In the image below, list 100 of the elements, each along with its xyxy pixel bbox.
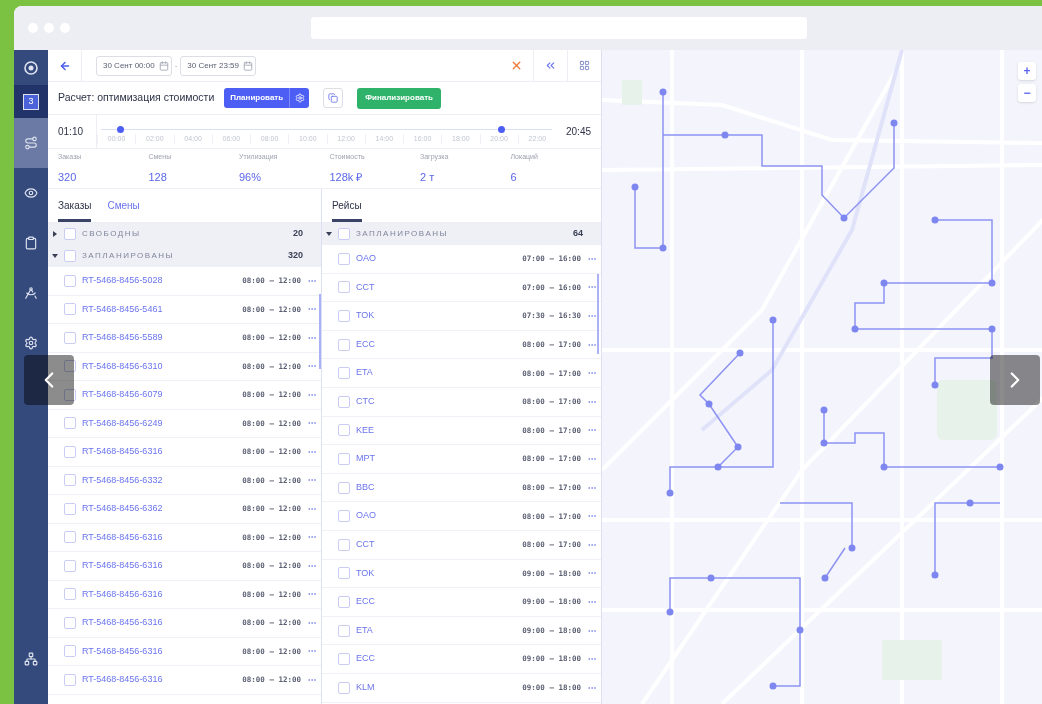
copy-button[interactable] [323, 88, 344, 108]
checkbox[interactable] [64, 559, 76, 572]
checkbox[interactable] [338, 338, 350, 351]
group-header[interactable]: СВОБОДНЫ 20 [48, 223, 321, 245]
checkbox[interactable] [338, 567, 350, 580]
row-id-link[interactable]: BBC [356, 480, 517, 495]
map-view[interactable]: + − [602, 50, 1042, 704]
checkbox[interactable] [64, 303, 76, 316]
checkbox[interactable] [338, 681, 350, 694]
checkbox[interactable] [64, 502, 76, 515]
row-id-link[interactable]: TOK [356, 309, 517, 323]
back-arrow-icon[interactable] [58, 59, 71, 72]
checkbox[interactable] [338, 281, 350, 294]
group-header[interactable]: ЗАПЛАНИРОВАНЫ 64 [322, 223, 601, 245]
row-id-link[interactable]: ECC [356, 652, 517, 666]
checkbox[interactable] [64, 645, 76, 658]
date-field[interactable]: 30 Сент 00:00 [96, 55, 172, 76]
carousel-prev-button[interactable] [24, 355, 74, 405]
row-id-link[interactable]: RT-5468-8456-6316 [82, 530, 237, 544]
checkbox[interactable] [64, 588, 76, 601]
row-id-link[interactable]: RT-5468-8456-6316 [82, 587, 237, 601]
row-id-link[interactable]: RT-5468-8456-5589 [82, 331, 237, 345]
row-id-link[interactable]: RT-5468-8456-6310 [82, 359, 237, 373]
checkbox[interactable] [338, 367, 350, 380]
route-line[interactable] [851, 216, 996, 389]
group-count: 64 [573, 227, 583, 241]
logo-icon [24, 60, 38, 75]
date-field[interactable]: 30 Сент 23:59 [180, 55, 256, 76]
row-id-link[interactable]: KLM [356, 680, 517, 695]
checkbox[interactable] [64, 616, 76, 629]
checkbox[interactable] [338, 310, 350, 322]
timeline-start: 01:10 [57, 125, 85, 139]
checkbox[interactable] [338, 395, 350, 408]
row-id-link[interactable]: RT-5468-8456-6249 [82, 416, 237, 430]
row-id-link[interactable]: CTC [356, 395, 517, 409]
checkbox[interactable] [64, 531, 76, 544]
network-icon[interactable] [24, 652, 38, 666]
checkbox[interactable] [338, 538, 350, 551]
checkbox[interactable] [64, 274, 76, 287]
row-id-link[interactable]: RT-5468-8456-6362 [82, 502, 237, 516]
row-id-link[interactable]: RT-5468-8456-6316 [82, 445, 237, 459]
route-line[interactable] [820, 406, 1004, 471]
timeline-handle[interactable] [116, 126, 124, 133]
row-id-link[interactable]: RT-5468-8456-5461 [82, 302, 237, 316]
checkbox[interactable] [338, 595, 350, 608]
timeline-handle[interactable] [497, 126, 505, 133]
route-line[interactable] [666, 316, 777, 497]
collapse-icon[interactable] [544, 59, 557, 72]
row-id-link[interactable]: RT-5468-8456-6079 [82, 388, 237, 402]
checkbox[interactable] [338, 653, 350, 666]
badge-number[interactable]: 3 [23, 93, 39, 110]
row-id-link[interactable]: TOK [356, 566, 517, 581]
panel-tab[interactable]: Смены [107, 198, 140, 222]
scrollbar-thumb[interactable] [597, 274, 599, 354]
checkbox[interactable] [64, 388, 76, 401]
row-id-link[interactable]: ETA [356, 366, 517, 380]
row-id-link[interactable]: CCT [356, 538, 517, 552]
plan-button[interactable]: Планировать [224, 88, 290, 108]
row-id-link[interactable]: MPT [356, 452, 517, 466]
route-line[interactable] [779, 499, 1001, 579]
row-id-link[interactable]: ECC [356, 595, 517, 609]
checkbox[interactable] [338, 228, 350, 240]
row-id-link[interactable]: OAO [356, 509, 517, 523]
row-id-link[interactable]: KEE [356, 423, 517, 438]
group-header[interactable]: ЗАПЛАНИРОВАНЫ 320 [48, 245, 321, 267]
checkbox[interactable] [64, 673, 76, 686]
row-id-link[interactable]: RT-5468-8456-6316 [82, 616, 237, 630]
row-id-link[interactable]: RT-5468-8456-6332 [82, 473, 237, 487]
checkbox[interactable] [64, 417, 76, 430]
row-id-link[interactable]: ECC [356, 337, 517, 352]
group-label: ЗАПЛАНИРОВАНЫ [82, 250, 176, 262]
row-id-link[interactable]: OAO [356, 252, 517, 266]
zoom-in-button[interactable]: + [1018, 62, 1036, 80]
checkbox[interactable] [338, 481, 350, 494]
row-id-link[interactable]: RT-5468-8456-6316 [82, 559, 237, 573]
settings-icon [24, 336, 38, 350]
scrollbar-thumb[interactable] [319, 294, 321, 369]
plan-settings-button[interactable] [289, 88, 310, 108]
carousel-next-button[interactable] [990, 355, 1040, 405]
checkbox[interactable] [64, 250, 76, 262]
row-id-link[interactable]: CCT [356, 280, 517, 295]
finalize-button[interactable]: Финализировать [357, 87, 441, 109]
checkbox[interactable] [338, 452, 350, 465]
row-id-link[interactable]: ETA [356, 623, 517, 638]
checkbox[interactable] [64, 445, 76, 458]
checkbox[interactable] [338, 424, 350, 437]
route-line[interactable] [631, 88, 898, 252]
grid-icon[interactable] [579, 60, 590, 71]
checkbox[interactable] [338, 624, 350, 637]
row-id-link[interactable]: RT-5468-8456-6316 [82, 644, 237, 658]
checkbox[interactable] [338, 252, 350, 265]
checkbox[interactable] [64, 331, 76, 344]
checkbox[interactable] [64, 228, 76, 240]
checkbox[interactable] [64, 474, 76, 487]
checkbox[interactable] [338, 510, 350, 523]
row-id-link[interactable]: RT-5468-8456-6316 [82, 673, 237, 687]
row-id-link[interactable]: RT-5468-8456-5028 [82, 274, 237, 288]
checkbox[interactable] [64, 360, 76, 373]
zoom-out-button[interactable]: − [1018, 84, 1036, 102]
route-line[interactable] [666, 547, 846, 690]
